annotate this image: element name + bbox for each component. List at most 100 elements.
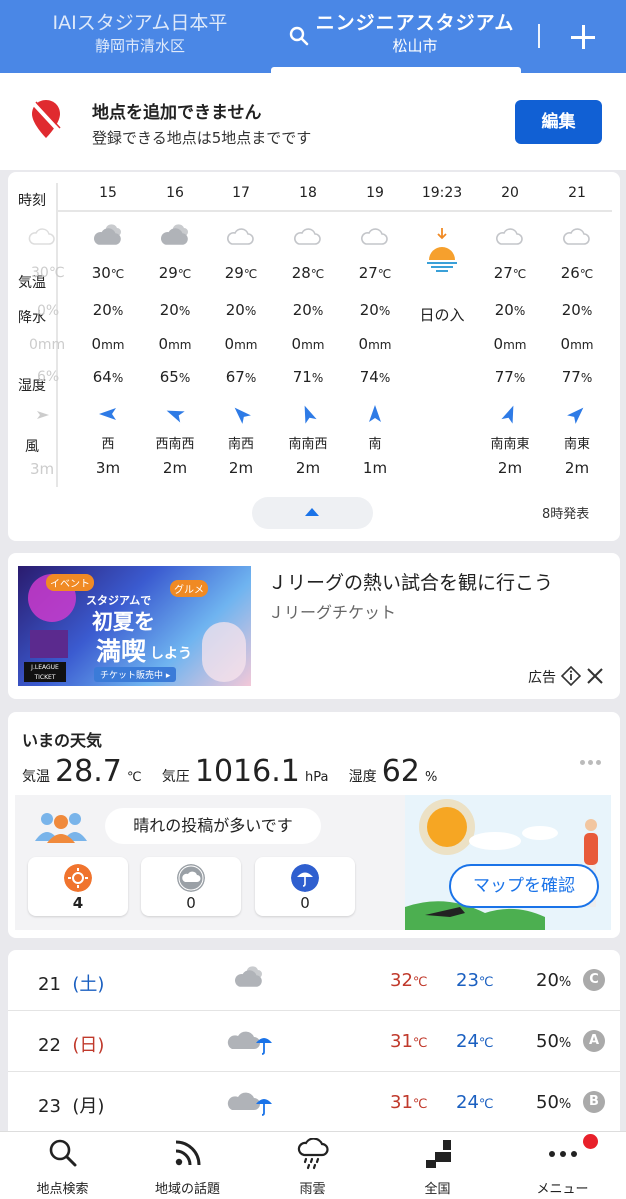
rain-cell: 0mm (158, 335, 192, 353)
rain-cell: 0mm (358, 335, 392, 353)
wind-direction: 南西 (227, 437, 254, 452)
wind-arrow-icon (234, 407, 251, 424)
location-blocked-icon (32, 100, 61, 138)
notice-title: 地点を追加できません (92, 103, 262, 123)
wind-arrow-icon (99, 408, 116, 420)
wind-direction: 南南東 (490, 437, 530, 452)
notification-badge (583, 1134, 598, 1149)
close-icon[interactable] (586, 667, 604, 685)
ad-text: J.LEAGUE TICKET (24, 662, 66, 682)
cloud-rain-icon (227, 1092, 272, 1116)
forecast-reliability-badge: A (583, 1030, 605, 1052)
forecast-reliability-badge: B (583, 1091, 605, 1113)
nav-local-topics[interactable]: 地域の話題 (125, 1132, 250, 1199)
ad-title[interactable]: Ｊリーグの熱い試合を観に行こう (268, 568, 553, 595)
nav-menu[interactable]: メニュー (500, 1132, 625, 1199)
pop-cell: 20% (92, 301, 124, 319)
japan-map-icon (426, 1140, 451, 1168)
ad-text: イベント (46, 574, 94, 591)
collapse-button[interactable] (252, 497, 373, 529)
add-location-icon[interactable] (568, 22, 598, 52)
ad-text: 満喫 (96, 637, 147, 666)
table-divider (56, 183, 58, 487)
sunny-post-button[interactable]: 4 (28, 857, 128, 916)
location-tab-iai[interactable]: IAIスタジアム日本平 静岡市清水区 (0, 10, 280, 56)
wind-speed: 2m (228, 459, 254, 477)
forecast-date: 21 (土) (38, 974, 105, 995)
ghost-pop: 0% (37, 303, 60, 319)
forecast-pop: 50% (536, 1031, 572, 1052)
forecast-pop: 20% (536, 970, 572, 991)
nav-location-search[interactable]: 地点検索 (0, 1132, 125, 1199)
humidity-unit: % (424, 770, 438, 785)
cloudy-icon (235, 966, 262, 987)
wind-arrow-icon (304, 405, 317, 424)
view-map-button[interactable]: マップを確認 (449, 864, 599, 908)
wind-speed: 2m (295, 459, 321, 477)
forecast-high: 32℃ (390, 970, 428, 991)
wind-arrow-icon (567, 407, 584, 424)
illustration (405, 795, 611, 930)
nav-label: 全国 (424, 1182, 451, 1197)
wind-direction: 南南西 (288, 437, 328, 452)
humidity-cell: 65% (159, 368, 191, 386)
forecast-low: 24℃ (456, 1092, 494, 1113)
pressure-label: 気圧 (161, 769, 190, 785)
rain-cell: 0mm (493, 335, 527, 353)
ad-text: しよう (150, 646, 192, 662)
ad-info-icon[interactable] (561, 666, 581, 686)
wind-arrow-icon (166, 410, 185, 423)
rain-cell: 0mm (291, 335, 325, 353)
current-weather-title: いまの天気 (22, 731, 103, 750)
pop-cell: 20% (494, 301, 526, 319)
pressure-unit: hPa (304, 770, 329, 785)
location-tab-ningineer[interactable]: ニンジニアスタジアム 松山市 (290, 10, 540, 56)
forecast-date: 22 (日) (38, 1035, 105, 1056)
humidity-cell: 74% (359, 368, 391, 386)
ad-label: 広告 (528, 670, 556, 686)
forecast-low: 23℃ (456, 970, 494, 991)
sunset-label: 日の入 (419, 306, 465, 324)
ghost-wind: 3m (30, 460, 55, 478)
wind-speed: 2m (162, 459, 188, 477)
cloudy-icon (94, 224, 121, 245)
location-name: IAIスタジアム日本平 (52, 12, 228, 34)
post-count: 0 (186, 894, 196, 912)
humidity-cell: 71% (292, 368, 324, 386)
humidity-cell: 64% (92, 368, 124, 386)
temp-cell: 29℃ (224, 264, 258, 282)
hour-label: 19 (366, 185, 384, 201)
forecast-pop: 50% (536, 1092, 572, 1113)
cloud-rain-icon (227, 1031, 272, 1055)
wind-arrow-icon (369, 405, 381, 422)
rainy-post-icon (291, 864, 319, 892)
nav-label: 地点検索 (36, 1182, 89, 1197)
cloudy-post-button[interactable]: 0 (141, 857, 241, 916)
ad-text: グルメ (170, 580, 208, 597)
rss-icon (175, 1140, 201, 1166)
hour-label: 17 (232, 185, 250, 201)
ad-image[interactable]: イベント グルメ スタジアムで 初夏を 満喫 しよう チケット販売中 ▸ J.L… (18, 566, 251, 686)
ghost-temp: 30℃ (31, 265, 65, 281)
wind-arrow-icon (37, 411, 49, 419)
rainy-post-button[interactable]: 0 (255, 857, 355, 916)
humidity-value: 62 (381, 754, 420, 789)
temp-cell: 26℃ (560, 264, 594, 282)
pop-cell: 20% (292, 301, 324, 319)
cloud-outline-icon (563, 228, 590, 245)
nav-label: 地域の話題 (154, 1182, 220, 1197)
pressure-value: 1016.1 (194, 754, 300, 789)
hour-label: 18 (299, 185, 317, 201)
post-summary: 晴れの投稿が多いです (105, 808, 321, 844)
wind-speed: 2m (564, 459, 590, 477)
wind-speed: 1m (362, 459, 388, 477)
more-options-icon[interactable] (580, 760, 602, 766)
nav-rain-cloud[interactable]: 雨雲 (250, 1132, 375, 1199)
nav-nationwide[interactable]: 全国 (375, 1132, 500, 1199)
post-count: 4 (72, 894, 84, 912)
humidity-cell: 77% (561, 368, 593, 386)
row-label-wind: 風 (25, 439, 39, 455)
pop-cell: 20% (159, 301, 191, 319)
pop-cell: 20% (359, 301, 391, 319)
edit-button[interactable]: 編集 (515, 100, 602, 144)
